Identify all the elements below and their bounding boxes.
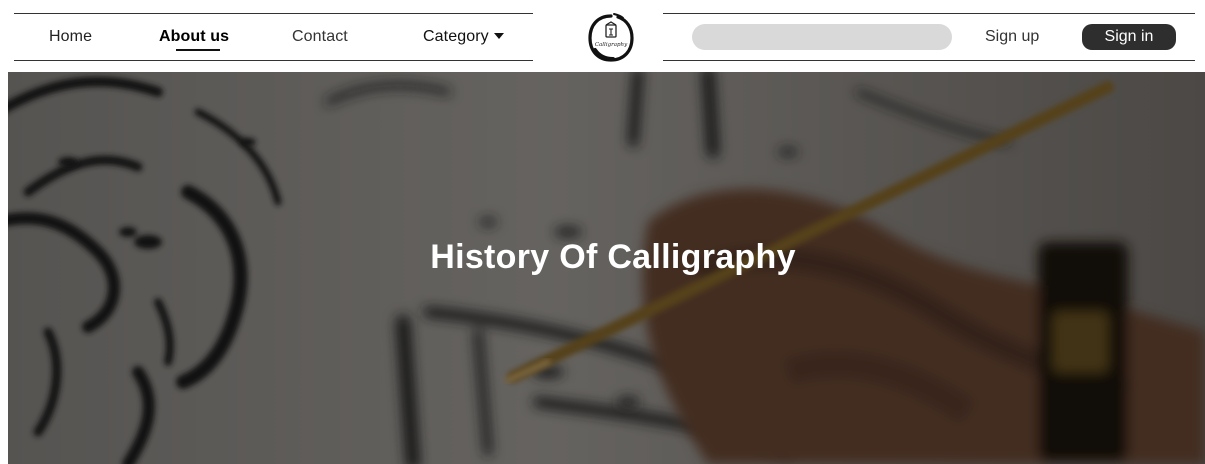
- sign-up-link[interactable]: Sign up: [985, 27, 1039, 47]
- sign-in-button[interactable]: Sign in: [1082, 24, 1176, 50]
- caret-down-icon: [493, 32, 504, 39]
- nav-link-contact[interactable]: Contact: [292, 27, 348, 47]
- top-nav: Home About us Contact Category Calligrap…: [0, 0, 1205, 72]
- nav-dropdown-category[interactable]: Category: [423, 27, 504, 47]
- active-link-underline: [176, 49, 220, 51]
- calligraphy-logo-icon[interactable]: Calligraphy: [583, 10, 639, 66]
- hero-banner: History Of Calligraphy: [8, 72, 1205, 464]
- nav-link-home[interactable]: Home: [49, 27, 92, 47]
- nav-divider-top-left: [14, 13, 533, 14]
- nav-divider-bottom-right: [663, 60, 1195, 61]
- nav-divider-bottom-left: [14, 60, 533, 61]
- search-input[interactable]: [692, 24, 952, 50]
- nav-link-about-us[interactable]: About us: [159, 27, 229, 47]
- page-title: History Of Calligraphy: [430, 238, 796, 276]
- logo-text: Calligraphy: [595, 42, 628, 48]
- nav-divider-top-right: [663, 13, 1195, 14]
- nav-dropdown-category-label: Category: [423, 28, 489, 45]
